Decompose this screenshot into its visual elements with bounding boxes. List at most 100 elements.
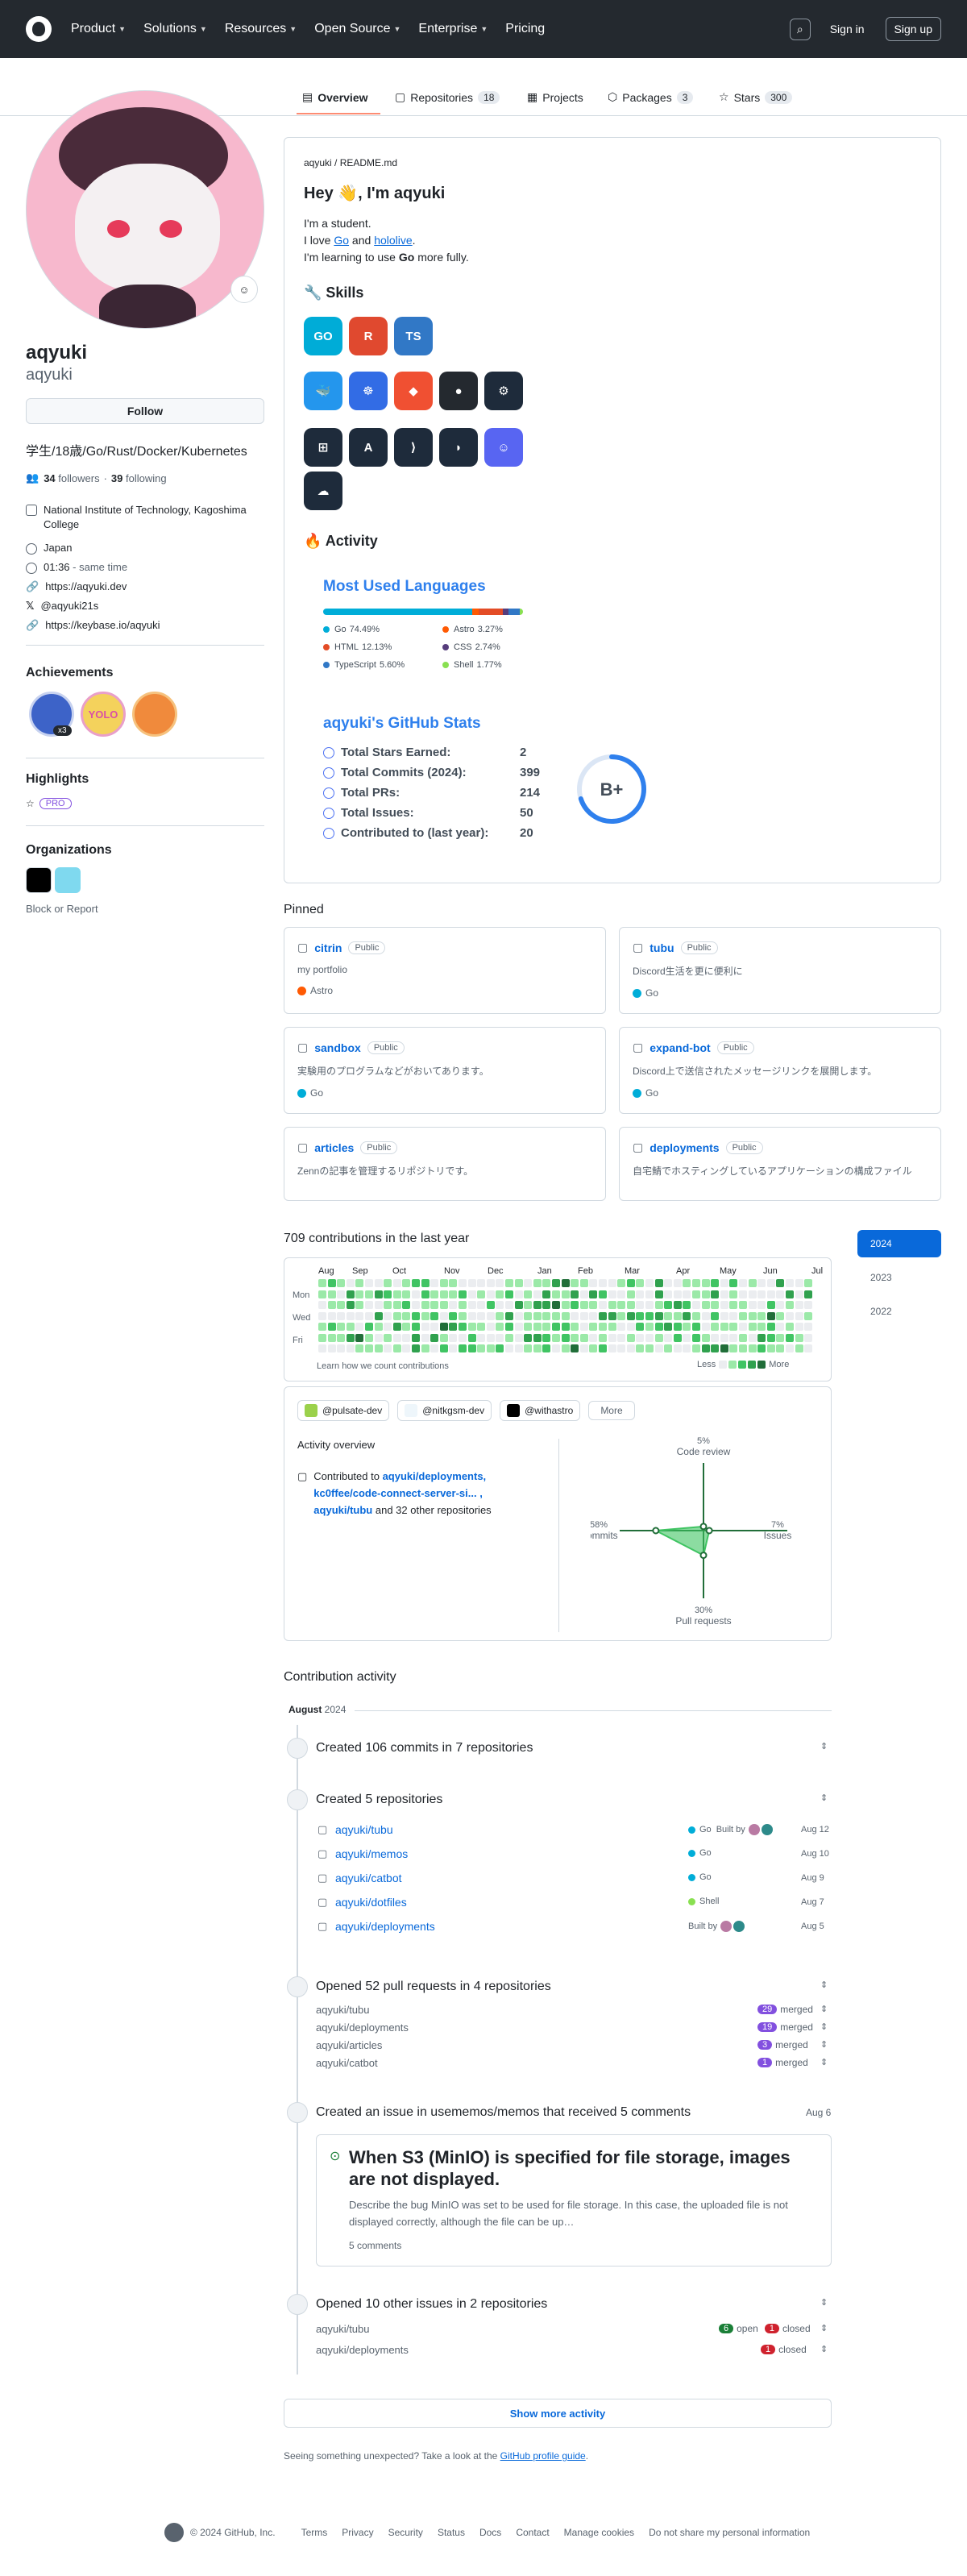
contribution-day[interactable]	[571, 1290, 579, 1298]
contribution-day[interactable]	[514, 1290, 523, 1298]
contribution-day[interactable]	[561, 1333, 570, 1342]
contribution-day[interactable]	[673, 1279, 682, 1287]
contribution-day[interactable]	[645, 1279, 654, 1287]
merged-count-badge[interactable]: 29	[757, 2005, 778, 2014]
contribution-day[interactable]	[720, 1323, 728, 1331]
contribution-day[interactable]	[561, 1323, 570, 1331]
contribution-day[interactable]	[654, 1344, 663, 1352]
contribution-day[interactable]	[757, 1311, 766, 1320]
contribution-day[interactable]	[748, 1333, 757, 1342]
contribution-day[interactable]	[449, 1279, 458, 1287]
pinned-card[interactable]: ▢ tubu Public Discord生活を更に便利に Go	[619, 927, 941, 1014]
contribution-day[interactable]	[599, 1344, 607, 1352]
nav-product[interactable]: Product ▼	[71, 22, 126, 36]
contribution-day[interactable]	[477, 1333, 486, 1342]
contribution-day[interactable]	[430, 1279, 439, 1287]
contribution-day[interactable]	[392, 1279, 401, 1287]
expand-icon[interactable]: ⇕	[820, 2323, 828, 2333]
contribution-day[interactable]	[589, 1311, 598, 1320]
contribution-day[interactable]	[739, 1301, 747, 1309]
contribution-day[interactable]	[449, 1344, 458, 1352]
contribution-day[interactable]	[757, 1323, 766, 1331]
contribution-day[interactable]	[748, 1290, 757, 1298]
contribution-day[interactable]	[701, 1290, 710, 1298]
learn-link[interactable]: Learn how we count contributions	[317, 1361, 449, 1371]
contribution-day[interactable]	[804, 1290, 813, 1298]
contribution-day[interactable]	[748, 1323, 757, 1331]
contribution-day[interactable]	[467, 1301, 476, 1309]
contribution-day[interactable]	[757, 1279, 766, 1287]
contribution-day[interactable]	[524, 1333, 533, 1342]
closed-count-badge[interactable]: 1	[764, 2324, 779, 2333]
contribution-day[interactable]	[608, 1311, 616, 1320]
contribution-day[interactable]	[701, 1333, 710, 1342]
contribution-day[interactable]	[589, 1323, 598, 1331]
pinned-repo-link[interactable]: tubu	[650, 941, 674, 954]
tab-repositories[interactable]: ▢ Repositories 18	[395, 90, 500, 104]
contribution-day[interactable]	[683, 1333, 691, 1342]
sign-in-link[interactable]: Sign in	[830, 23, 865, 35]
merged-count-badge[interactable]: 19	[757, 2022, 778, 2032]
contribution-day[interactable]	[766, 1311, 775, 1320]
footer-link[interactable]: Privacy	[342, 2527, 373, 2538]
contribution-day[interactable]	[402, 1290, 411, 1298]
contribution-day[interactable]	[496, 1333, 504, 1342]
contribution-day[interactable]	[421, 1290, 430, 1298]
org-filter-withastro[interactable]: @withastro	[500, 1400, 581, 1421]
contribution-day[interactable]	[374, 1290, 383, 1298]
contribution-day[interactable]	[579, 1344, 588, 1352]
contribution-day[interactable]	[467, 1323, 476, 1331]
contribution-day[interactable]	[654, 1333, 663, 1342]
contribution-day[interactable]	[561, 1290, 570, 1298]
created-repo-link[interactable]: aqyuki/dotfiles	[335, 1896, 407, 1909]
contribution-day[interactable]	[664, 1279, 673, 1287]
contribution-day[interactable]	[608, 1279, 616, 1287]
nav-open-source[interactable]: Open Source ▼	[314, 22, 400, 36]
issue-repo-link[interactable]: aqyuki/tubu	[316, 2323, 370, 2335]
contribution-day[interactable]	[645, 1323, 654, 1331]
contribution-day[interactable]	[786, 1344, 794, 1352]
contribution-day[interactable]	[486, 1301, 495, 1309]
contributor-avatar[interactable]	[720, 1921, 733, 1932]
contribution-day[interactable]	[524, 1344, 533, 1352]
contribution-day[interactable]	[384, 1344, 392, 1352]
contribution-day[interactable]	[692, 1290, 700, 1298]
contribution-day[interactable]	[533, 1333, 542, 1342]
contribution-day[interactable]	[766, 1344, 775, 1352]
contribution-day[interactable]	[449, 1311, 458, 1320]
contribution-day[interactable]	[346, 1279, 355, 1287]
contribution-day[interactable]	[365, 1279, 373, 1287]
contribution-day[interactable]	[748, 1301, 757, 1309]
contribution-day[interactable]	[599, 1333, 607, 1342]
contribution-day[interactable]	[337, 1311, 346, 1320]
contribution-day[interactable]	[346, 1301, 355, 1309]
sign-up-button[interactable]: Sign up	[885, 17, 941, 41]
contribution-day[interactable]	[776, 1279, 785, 1287]
contribution-day[interactable]	[571, 1323, 579, 1331]
contribution-day[interactable]	[579, 1301, 588, 1309]
search-button[interactable]: ⌕	[789, 18, 811, 40]
contribution-day[interactable]	[739, 1344, 747, 1352]
pr-repo-link[interactable]: aqyuki/deployments	[316, 2021, 409, 2034]
contribution-day[interactable]	[355, 1323, 364, 1331]
contribution-day[interactable]	[720, 1301, 728, 1309]
contribution-day[interactable]	[617, 1290, 626, 1298]
contribution-day[interactable]	[711, 1279, 720, 1287]
contribution-day[interactable]	[579, 1311, 588, 1320]
contribution-day[interactable]	[430, 1344, 439, 1352]
contribution-day[interactable]	[467, 1344, 476, 1352]
contribution-day[interactable]	[412, 1333, 420, 1342]
contribution-day[interactable]	[477, 1311, 486, 1320]
contribution-day[interactable]	[683, 1279, 691, 1287]
contribution-day[interactable]	[711, 1323, 720, 1331]
contribution-day[interactable]	[664, 1333, 673, 1342]
contribution-day[interactable]	[346, 1311, 355, 1320]
contribution-day[interactable]	[374, 1311, 383, 1320]
contribution-day[interactable]	[552, 1301, 560, 1309]
contribution-day[interactable]	[365, 1301, 373, 1309]
contribution-day[interactable]	[795, 1344, 803, 1352]
contribution-day[interactable]	[346, 1323, 355, 1331]
contribution-day[interactable]	[795, 1301, 803, 1309]
contribution-day[interactable]	[505, 1279, 513, 1287]
contribution-day[interactable]	[683, 1301, 691, 1309]
